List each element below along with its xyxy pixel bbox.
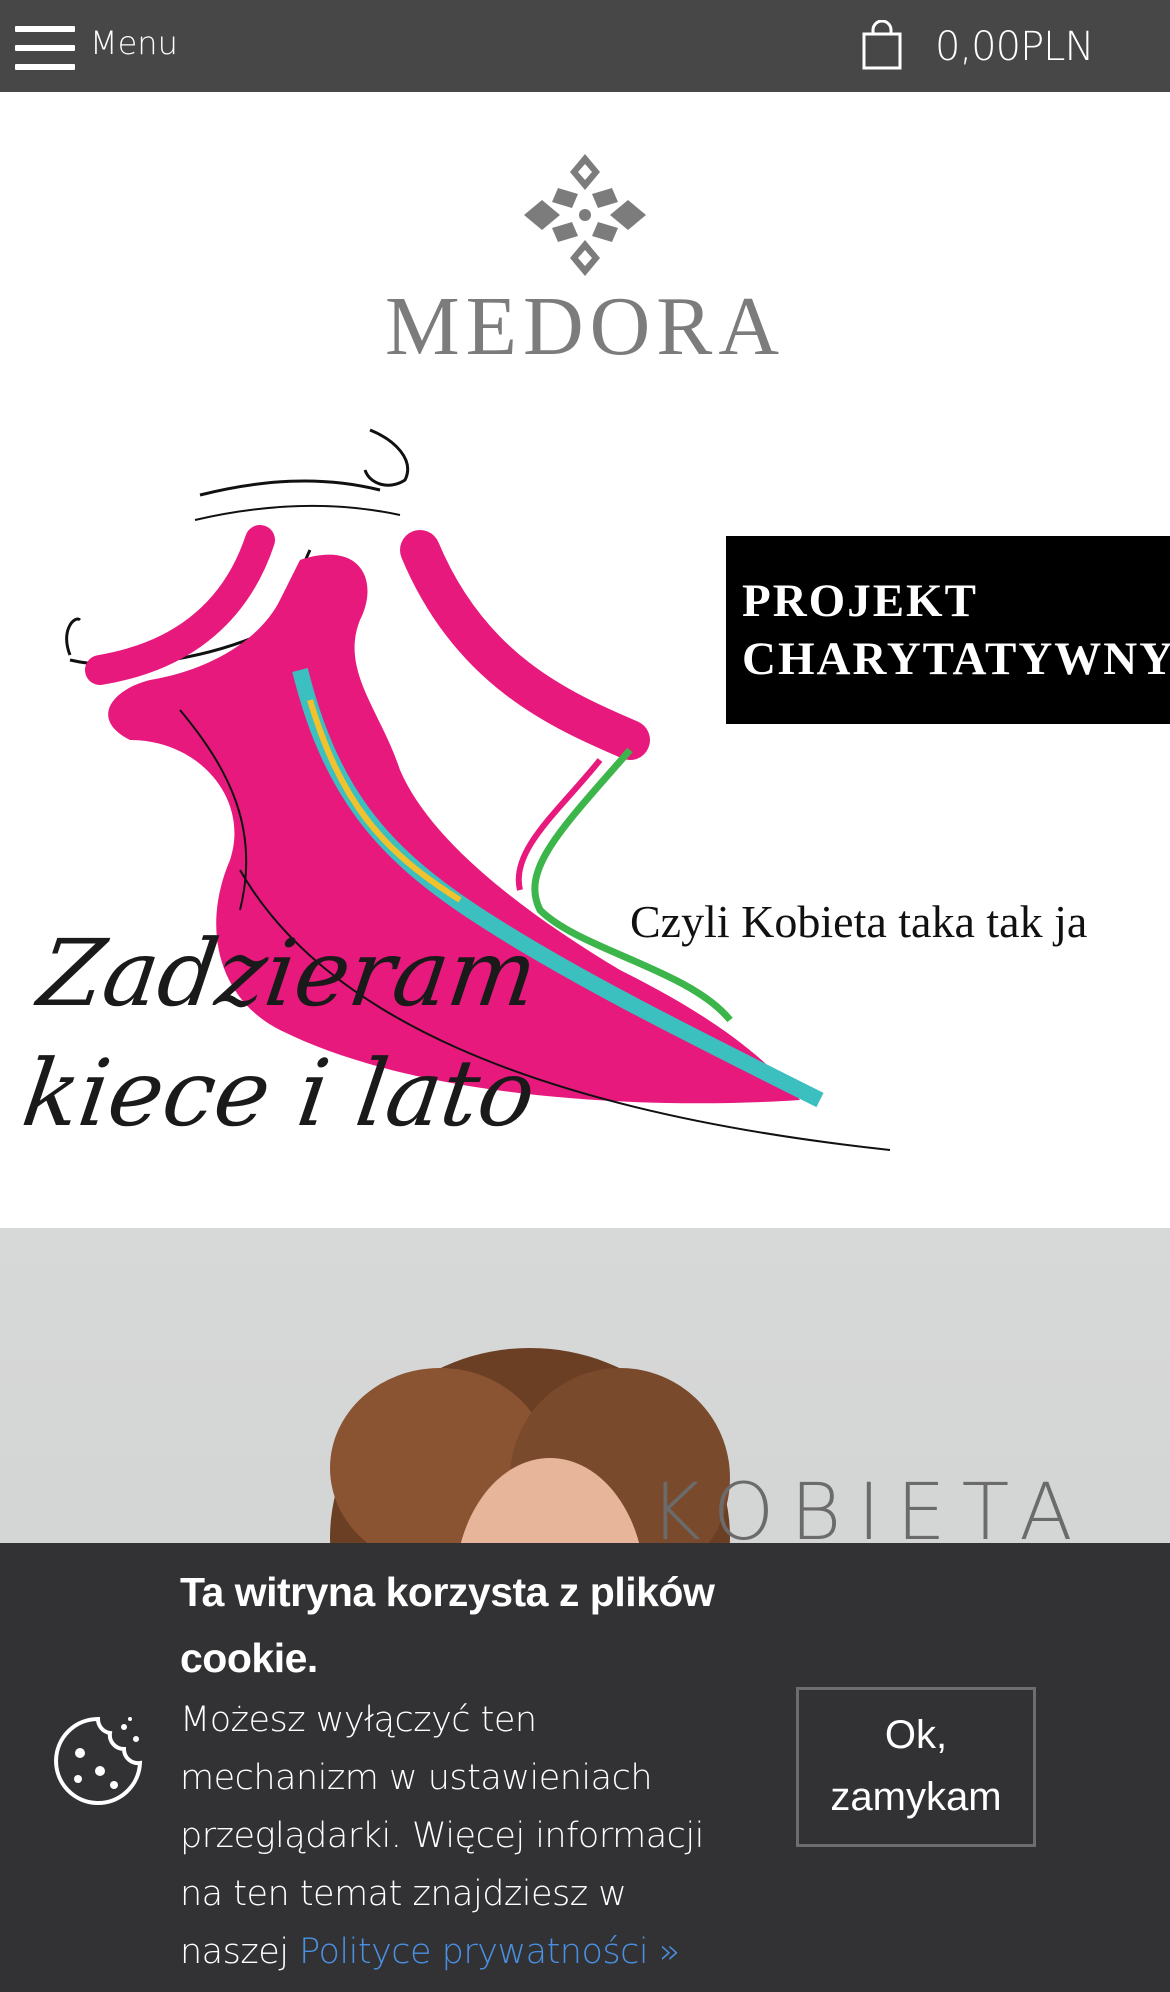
hamburger-icon[interactable] [15, 26, 75, 70]
site-logo[interactable]: MEDORA [380, 150, 790, 373]
banner-tagline: Czyli Kobieta taka tak ja [630, 896, 1088, 947]
cookie-icon [54, 1716, 143, 1805]
logo-text: MEDORA [384, 280, 785, 373]
cookie-banner: Ta witryna korzysta z plików cookie. Moż… [0, 1543, 1170, 1992]
cookie-body: Możesz wyłączyć ten mechanizm w ustawien… [180, 1691, 720, 1981]
hero-banner[interactable]: PROJEKT CHARYTATYWNY Czyli Kobieta taka … [0, 410, 1170, 1228]
cookie-accept-button[interactable]: Ok, zamykam [796, 1687, 1036, 1847]
privacy-policy-link[interactable]: Polityce prywatności » [299, 1932, 680, 1972]
cart-total[interactable]: 0,00PLN [935, 24, 1094, 70]
charity-project-box: PROJEKT CHARYTATYWNY [726, 536, 1170, 724]
shopping-bag-icon[interactable] [860, 20, 904, 72]
menu-label[interactable]: Menu [90, 24, 178, 62]
charity-project-text: PROJEKT CHARYTATYWNY [742, 575, 1170, 685]
top-bar: Menu 0,00PLN [0, 0, 1170, 92]
banner-script-line2: kiece i lato [16, 1040, 542, 1147]
cookie-title: Ta witryna korzysta z plików cookie. [180, 1569, 715, 1681]
ornament-logo-icon [524, 154, 646, 276]
banner-script-line1: Zadzieram [32, 920, 544, 1027]
